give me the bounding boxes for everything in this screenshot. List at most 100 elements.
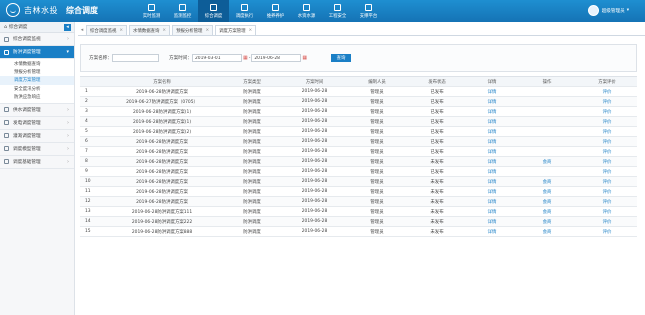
row-action-link[interactable]: 详情 <box>467 146 517 157</box>
row-action-link[interactable]: 评价 <box>577 206 637 217</box>
row-action-link[interactable]: 详情 <box>467 136 517 147</box>
row-action-link[interactable]: 评价 <box>577 136 637 147</box>
row-action-link[interactable]: 会商 <box>517 216 577 227</box>
nav-item[interactable]: 实时监测 <box>136 0 167 22</box>
nav-item[interactable]: 水资水源 <box>291 0 322 22</box>
close-icon[interactable]: × <box>249 28 253 33</box>
nav-item-label: 监测监控 <box>173 13 192 19</box>
row-action-link[interactable]: 评价 <box>577 156 637 167</box>
table-cell: 2019-06-28 <box>282 136 347 147</box>
sidebar-subitem[interactable]: 防洪应急响应 <box>0 93 74 101</box>
sidebar-item[interactable]: 综合调度监视 › <box>0 33 74 46</box>
row-action-link[interactable]: 评价 <box>577 116 637 127</box>
nav-item[interactable]: 支撑平台 <box>353 0 384 22</box>
table-cell: 2019-06-28 <box>282 196 347 207</box>
sidebar-item[interactable]: 供水调度管理 › <box>0 104 74 117</box>
tab[interactable]: 预报分析管理 × <box>172 25 214 35</box>
search-bar: 方案名称： 方案时间： ▦ - ▦ 查询 <box>80 44 637 72</box>
row-action-link[interactable]: 会商 <box>517 226 577 237</box>
nav-item[interactable]: 维养养护 <box>260 0 291 22</box>
row-action-link[interactable]: 会商 <box>517 206 577 217</box>
start-date-input[interactable] <box>191 54 242 62</box>
nav-item[interactable]: 监测监控 <box>167 0 198 22</box>
row-action-link[interactable]: 会商 <box>517 176 577 187</box>
nav-item-label: 综合调度 <box>204 13 223 19</box>
table-cell: 11 <box>80 186 102 197</box>
calendar-icon[interactable]: ▦ <box>302 55 307 61</box>
row-action-link[interactable]: 评价 <box>577 166 637 177</box>
sidebar-subitem[interactable]: 水情数据查询 <box>0 60 74 68</box>
row-action-link[interactable]: 评价 <box>577 196 637 207</box>
nav-item[interactable]: 工程安全 <box>322 0 353 22</box>
end-date-input[interactable] <box>251 54 302 62</box>
row-action-link[interactable]: 评价 <box>577 106 637 117</box>
row-action-link[interactable]: 详情 <box>467 156 517 167</box>
row-action-link[interactable]: 详情 <box>467 186 517 197</box>
table-cell: 未发布 <box>407 226 467 237</box>
menu-icon <box>4 36 9 42</box>
plan-name-input[interactable] <box>111 54 159 62</box>
row-action-link[interactable]: 详情 <box>467 106 517 117</box>
tab-scroll-left-icon[interactable]: ◂ <box>78 25 86 35</box>
collapse-icon[interactable]: ◂ <box>64 23 71 31</box>
query-button[interactable]: 查询 <box>331 54 351 62</box>
table-row: 11 2019-06-28防洪调度方案 防洪调度 2019-06-28 管理员 未发布 详情… <box>80 186 637 197</box>
row-action-link[interactable]: 详情 <box>467 216 517 227</box>
row-action-link[interactable]: 详情 <box>467 206 517 217</box>
table-cell: 2019-06-28 <box>282 146 347 157</box>
close-icon[interactable]: × <box>119 28 123 33</box>
sidebar-home[interactable]: ⌂ 综合调度 <box>4 24 27 31</box>
row-action-link[interactable]: 详情 <box>467 196 517 207</box>
table-cell: 2019-06-28防洪调度方案 <box>102 156 222 167</box>
sidebar-subitem[interactable]: 预报分析管理 <box>0 68 74 76</box>
sidebar-item[interactable]: 调度模型管理 › <box>0 143 74 156</box>
row-action-link[interactable]: 详情 <box>467 176 517 187</box>
row-action-link[interactable]: 评价 <box>577 86 637 97</box>
nav-icon <box>303 3 310 11</box>
tab[interactable]: 水情数据查询 × <box>129 25 171 35</box>
row-action-link[interactable]: 详情 <box>467 86 517 97</box>
row-action-link[interactable]: 详情 <box>467 226 517 237</box>
row-action-link[interactable]: 会商 <box>517 186 577 197</box>
sidebar-item[interactable]: 灌溉调度管理 › <box>0 130 74 143</box>
close-icon[interactable]: × <box>205 28 209 33</box>
calendar-icon[interactable]: ▦ <box>243 55 248 61</box>
sidebar-item[interactable]: 发电调度管理 › <box>0 117 74 130</box>
table-cell: 2019-06-28 <box>282 166 347 177</box>
row-action-link[interactable]: 详情 <box>467 166 517 177</box>
table-cell: 管理员 <box>347 166 407 177</box>
sidebar-item[interactable]: 调度基础管理 › <box>0 156 74 169</box>
row-action-link[interactable]: 详情 <box>467 96 517 107</box>
row-action-link[interactable]: 评价 <box>577 216 637 227</box>
row-action-link[interactable]: 会商 <box>517 196 577 207</box>
table-cell <box>517 96 577 107</box>
table-cell: 已发布 <box>407 136 467 147</box>
tab[interactable]: 调度方案管理 × <box>215 25 257 35</box>
table-cell: 15 <box>80 226 102 237</box>
nav-icon <box>365 3 372 11</box>
nav-item[interactable]: 综合调度 <box>198 0 229 22</box>
row-action-link[interactable]: 评价 <box>577 176 637 187</box>
row-action-link[interactable]: 评价 <box>577 186 637 197</box>
nav-item[interactable]: 调度执行 <box>229 0 260 22</box>
sidebar-item[interactable]: 防洪调度管理 ▾ <box>0 46 74 59</box>
table-row: 6 2019-06-28防洪调度方案 防洪调度 2019-06-28 管理员 已发布 详情 评… <box>80 136 637 147</box>
table-row: 5 2019-06-28防洪调度方案(2) 防洪调度 2019-06-28 管理员 已发布… <box>80 126 637 137</box>
table-cell: 2019-06-28防洪调度方案 <box>102 186 222 197</box>
row-action-link[interactable]: 评价 <box>577 96 637 107</box>
tab[interactable]: 综合调度监视 × <box>86 25 128 35</box>
row-action-link[interactable]: 评价 <box>577 226 637 237</box>
row-action-link[interactable]: 评价 <box>577 146 637 157</box>
table-cell: 8 <box>80 156 102 167</box>
sidebar-subitem[interactable]: 安全度汛分析 <box>0 85 74 93</box>
user-menu[interactable]: 超级管理员 ▾ <box>587 5 629 16</box>
row-action-link[interactable]: 评价 <box>577 126 637 137</box>
sidebar-item-label: 调度基础管理 <box>13 159 41 165</box>
sidebar-subitem[interactable]: 调度方案管理 <box>0 76 74 85</box>
close-icon[interactable]: × <box>162 28 166 33</box>
user-name: 超级管理员 <box>601 8 625 14</box>
row-action-link[interactable]: 详情 <box>467 126 517 137</box>
row-action-link[interactable]: 详情 <box>467 116 517 127</box>
nav-item-label: 调度执行 <box>235 13 254 19</box>
row-action-link[interactable]: 会商 <box>517 156 577 167</box>
